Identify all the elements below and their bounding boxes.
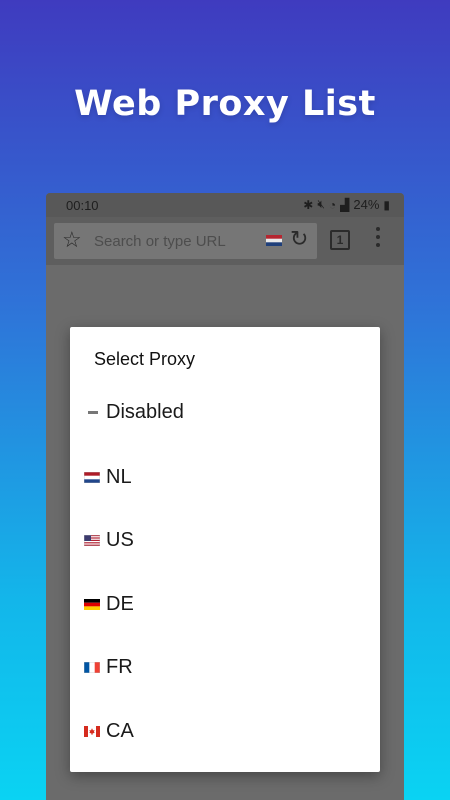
proxy-option-us[interactable]: US xyxy=(84,520,366,560)
bookmark-star-icon[interactable]: ☆ xyxy=(62,227,82,253)
select-proxy-dialog: Select Proxy Disabled NL US DE FR CA xyxy=(70,327,380,772)
wifi-icon: ◔ xyxy=(328,197,337,212)
mute-icon: 🔇︎ xyxy=(317,197,325,211)
signal-icon: ▟ xyxy=(340,197,350,212)
proxy-option-label: CA xyxy=(106,719,134,742)
proxy-option-ca[interactable]: CA xyxy=(84,711,366,751)
germany-flag-icon xyxy=(84,598,100,610)
battery-level: 24% xyxy=(353,197,380,212)
promo-headline: Web Proxy List xyxy=(74,84,376,124)
proxy-option-label: Disabled xyxy=(106,400,184,423)
canada-flag-icon xyxy=(84,725,100,737)
status-icons: ✱ 🔇︎ ◔ ▟ 24% ▮ xyxy=(303,197,390,212)
browser-toolbar: ☆ Search or type URL ↻ 1 xyxy=(46,217,404,265)
proxy-option-label: FR xyxy=(106,655,133,678)
url-placeholder[interactable]: Search or type URL xyxy=(94,233,226,250)
disabled-dash-icon xyxy=(88,410,98,414)
overflow-menu-icon[interactable] xyxy=(376,227,382,251)
us-flag-icon xyxy=(84,534,100,546)
proxy-option-label: NL xyxy=(106,465,132,488)
status-time: 00:10 xyxy=(66,198,99,213)
battery-icon: ▮ xyxy=(383,197,390,212)
netherlands-flag-icon[interactable] xyxy=(266,235,282,246)
tab-counter-button[interactable]: 1 xyxy=(330,230,350,250)
france-flag-icon xyxy=(84,661,100,673)
url-bar[interactable]: ☆ Search or type URL ↻ xyxy=(54,223,317,259)
reload-icon[interactable]: ↻ xyxy=(290,226,308,252)
netherlands-flag-icon xyxy=(84,471,100,483)
status-bar: 00:10 ✱ 🔇︎ ◔ ▟ 24% ▮ xyxy=(46,193,404,217)
bluetooth-icon: ✱ xyxy=(303,197,314,212)
proxy-option-label: US xyxy=(106,528,134,551)
proxy-option-disabled[interactable]: Disabled xyxy=(84,392,366,432)
proxy-option-de[interactable]: DE xyxy=(84,584,366,624)
proxy-option-fr[interactable]: FR xyxy=(84,647,366,687)
dialog-title: Select Proxy xyxy=(94,349,196,369)
proxy-option-label: DE xyxy=(106,592,134,615)
proxy-option-nl[interactable]: NL xyxy=(84,457,366,497)
